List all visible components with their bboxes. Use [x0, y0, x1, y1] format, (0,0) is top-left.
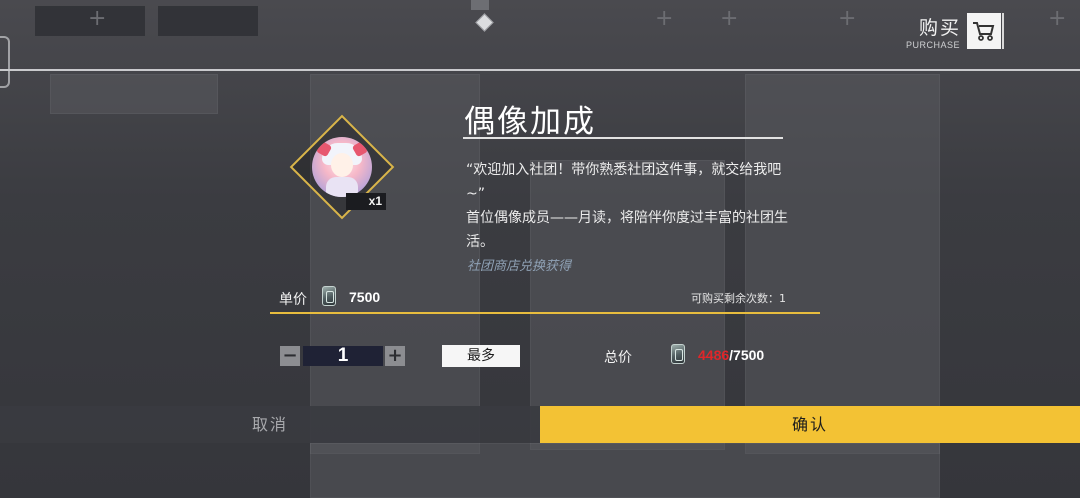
page-subtitle: PURCHASE: [905, 40, 960, 50]
item-description: “欢迎加入社团！带你熟悉社团这件事，就交给我吧~” 首位偶像成员——月读，将陪伴…: [466, 158, 796, 254]
item-name: 偶像加成: [464, 104, 596, 140]
item-source: 社团商店兑换获得: [467, 259, 572, 274]
quantity-input[interactable]: 1: [303, 346, 383, 366]
club-coin-icon: [671, 344, 685, 364]
owned-amount: 4486: [698, 347, 730, 363]
action-bar: 取消 确认: [0, 406, 1080, 443]
unit-price-label: 单价: [279, 292, 307, 308]
page-title: 购买: [918, 17, 961, 39]
total-price-label: 总价: [604, 350, 632, 366]
confirm-button[interactable]: 确认: [540, 406, 1080, 443]
title-underline: [463, 137, 783, 139]
description-line: “欢迎加入社团！带你熟悉社团这件事，就交给我吧~”: [466, 162, 782, 202]
background-panel: [50, 74, 218, 114]
side-menu-tab[interactable]: [0, 36, 10, 88]
item-avatar: [312, 137, 372, 197]
increase-button[interactable]: +: [385, 346, 405, 366]
item-quantity-badge: x1: [346, 193, 386, 210]
top-marker: [471, 0, 489, 10]
required-amount: /7500: [729, 347, 765, 363]
divider: [1002, 13, 1004, 49]
cart-button[interactable]: [967, 13, 1001, 49]
remaining-purchases: 可购买剩余次数：1: [691, 292, 786, 305]
cancel-button[interactable]: 取消: [0, 406, 540, 443]
background-panel: [310, 443, 940, 498]
unit-price-value: 7500: [349, 289, 381, 305]
max-button[interactable]: 最多: [442, 345, 520, 367]
description-line: 首位偶像成员——月读，将陪伴你度过丰富的社团生活。: [466, 210, 788, 250]
top-bar: 购买 PURCHASE: [0, 0, 1080, 88]
background-panel: [745, 74, 940, 454]
avatar-face: [331, 153, 353, 177]
diamond-icon: [475, 13, 494, 32]
divider: [0, 69, 1080, 71]
divider: [270, 312, 820, 314]
cart-icon: [973, 22, 995, 41]
decrease-button[interactable]: −: [280, 346, 300, 366]
club-coin-icon: [322, 286, 336, 306]
total-price-value: 4486/7500: [698, 347, 764, 363]
